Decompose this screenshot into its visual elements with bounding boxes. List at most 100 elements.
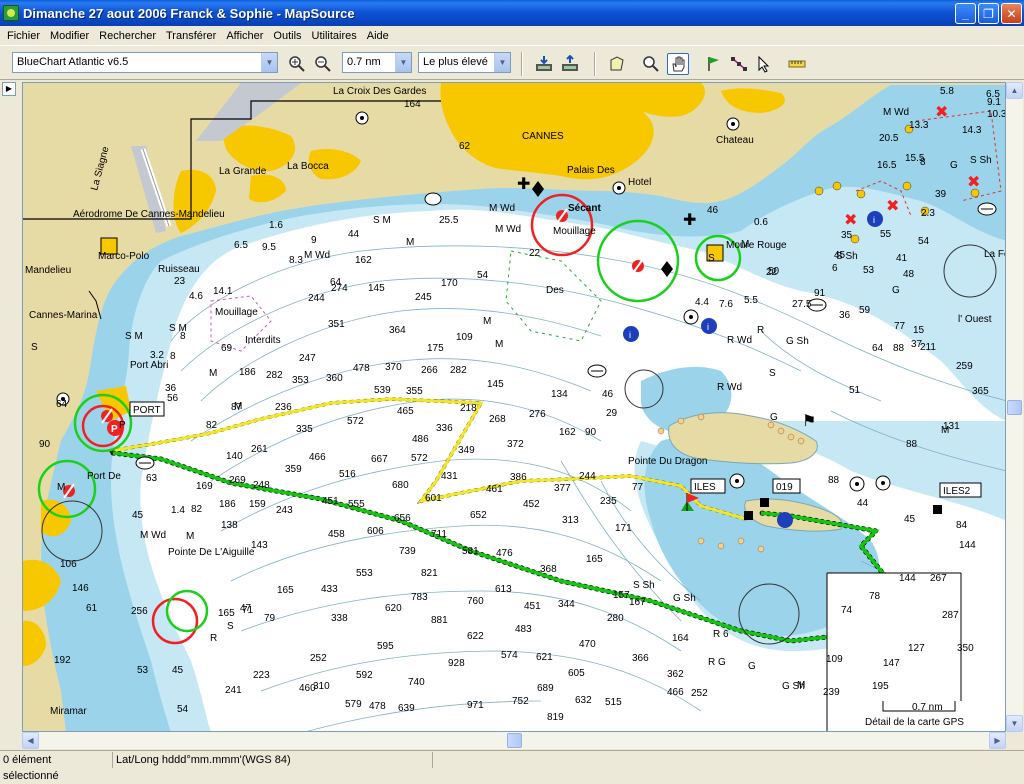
depth-sounding: 310 <box>313 681 330 692</box>
depth-sounding: 1.4 <box>171 505 185 516</box>
mapsource-app-icon[interactable] <box>3 5 19 21</box>
svg-text:✚: ✚ <box>517 174 530 193</box>
toolbar-separator <box>594 52 596 76</box>
menu-transferer[interactable]: Transférer <box>161 30 221 42</box>
depth-sounding: 433 <box>321 584 338 595</box>
depth-sounding: 366 <box>632 653 649 664</box>
route-tool-icon[interactable] <box>728 53 750 75</box>
menu-outils[interactable]: Outils <box>268 30 306 42</box>
depth-sounding: 192 <box>54 655 71 666</box>
depth-sounding: 157 <box>613 590 630 601</box>
depth-sounding: 144 <box>959 540 976 551</box>
depth-sounding: 248 <box>253 480 270 491</box>
depth-sounding: 74 <box>841 605 853 616</box>
depth-sounding: 622 <box>467 631 484 642</box>
depth-sounding: 13.3 <box>909 120 929 131</box>
depth-sounding: 553 <box>356 568 373 579</box>
depth-sounding: 372 <box>507 439 524 450</box>
scroll-down-arrow-icon[interactable]: ▼ <box>1006 715 1023 732</box>
depth-sounding: 239 <box>823 687 840 698</box>
depth-sounding: 53 <box>863 265 875 276</box>
horizontal-scrollbar[interactable]: ◀ ▶ <box>22 732 1006 749</box>
depth-sounding: 235 <box>600 496 617 507</box>
depth-sounding: 106 <box>60 559 77 570</box>
pan-hand-icon[interactable] <box>667 53 689 75</box>
depth-sounding: 4.4 <box>695 297 709 308</box>
svg-text:✚: ✚ <box>683 210 696 229</box>
chevron-down-icon[interactable]: ▼ <box>395 53 411 72</box>
depth-sounding: 22 <box>766 267 778 278</box>
select-arrow-icon[interactable] <box>753 53 775 75</box>
depth-sounding: 109 <box>826 654 843 665</box>
svg-text:✖: ✖ <box>935 102 948 121</box>
depth-sounding: 821 <box>421 568 438 579</box>
depth-sounding: 266 <box>421 365 438 376</box>
depth-sounding: 574 <box>501 650 518 661</box>
vertical-scrollbar[interactable]: ▲ ▼ <box>1006 82 1023 732</box>
horizontal-scroll-thumb[interactable] <box>507 733 522 748</box>
map-view[interactable]: P i i i ✚ ✚ ✖ ✖ ✖ ✖ ⚑ 0.7 nm Détail de l… <box>22 82 1006 732</box>
depth-sounding: 555 <box>348 499 365 510</box>
menu-afficher[interactable]: Afficher <box>221 30 268 42</box>
depth-sounding: M <box>495 339 503 350</box>
depth-sounding: 186 <box>219 499 236 510</box>
zoom-out-icon[interactable] <box>312 53 334 75</box>
nautical-chart[interactable]: P i i i ✚ ✚ ✖ ✖ ✖ ✖ ⚑ 0.7 nm Détail de l… <box>23 83 1006 732</box>
menu-fichier[interactable]: Fichier <box>2 30 45 42</box>
waypoint-flag-icon[interactable] <box>702 53 724 75</box>
detail-level-value: Le plus élevé <box>423 56 488 68</box>
zoom-scale-select[interactable]: 0.7 nm ▼ <box>342 52 412 73</box>
close-button[interactable]: ✕ <box>1001 3 1022 24</box>
scroll-up-arrow-icon[interactable]: ▲ <box>1006 82 1023 99</box>
depth-sounding: 620 <box>385 603 402 614</box>
menu-utilitaires[interactable]: Utilitaires <box>307 30 362 42</box>
receive-from-device-icon[interactable] <box>533 53 555 75</box>
depth-sounding: 186 <box>239 367 256 378</box>
svg-text:i: i <box>873 215 875 225</box>
svg-text:i: i <box>629 330 631 340</box>
detail-level-select[interactable]: Le plus élevé ▼ <box>418 52 511 73</box>
vertical-scroll-thumb[interactable] <box>1007 400 1022 415</box>
chevron-down-icon[interactable]: ▼ <box>261 53 277 72</box>
depth-sounding: 486 <box>412 434 429 445</box>
place-label-port-de: Port De <box>87 471 121 482</box>
depth-sounding: 276 <box>529 409 546 420</box>
depth-sounding: 377 <box>554 483 571 494</box>
depth-sounding: 470 <box>579 639 596 650</box>
depth-sounding: 223 <box>253 670 270 681</box>
chevron-down-icon[interactable]: ▼ <box>494 53 510 72</box>
svg-text:⚑: ⚑ <box>802 411 816 430</box>
depth-sounding: 752 <box>512 696 529 707</box>
restore-button[interactable]: ❐ <box>978 3 999 24</box>
depth-sounding: M <box>941 425 949 436</box>
svg-text:i: i <box>707 322 709 332</box>
expand-panel-arrow-icon[interactable]: ▶ <box>2 82 16 96</box>
depth-sounding: R 6 <box>713 629 729 640</box>
minimize-button[interactable]: _ <box>955 3 976 24</box>
menu-aide[interactable]: Aide <box>362 30 394 42</box>
depth-sounding: 56 <box>167 393 179 404</box>
depth-sounding: 353 <box>292 375 309 386</box>
zoom-tool-icon[interactable] <box>640 53 662 75</box>
depth-sounding: 359 <box>285 464 302 475</box>
menu-modifier[interactable]: Modifier <box>45 30 94 42</box>
depth-sounding: 22 <box>529 248 541 259</box>
depth-sounding: 35 <box>841 230 853 241</box>
measure-distance-icon[interactable] <box>786 53 808 75</box>
scroll-right-arrow-icon[interactable]: ▶ <box>989 732 1006 749</box>
menu-rechercher[interactable]: Rechercher <box>94 30 161 42</box>
map-tool-icon[interactable] <box>606 53 628 75</box>
depth-sounding: 164 <box>672 633 689 644</box>
send-to-device-icon[interactable] <box>559 53 581 75</box>
depth-sounding: 740 <box>408 677 425 688</box>
zoom-in-icon[interactable] <box>286 53 308 75</box>
depth-sounding: 639 <box>398 703 415 714</box>
depth-sounding: M Wd <box>140 530 166 541</box>
map-product-select[interactable]: BlueChart Atlantic v6.5 ▼ <box>12 52 278 73</box>
depth-sounding: 656 <box>394 513 411 524</box>
depth-sounding: 3.2 <box>150 350 164 361</box>
scroll-left-arrow-icon[interactable]: ◀ <box>22 732 39 749</box>
depth-sounding: 20.5 <box>879 133 899 144</box>
depth-sounding: 370 <box>385 362 402 373</box>
depth-sounding: 349 <box>458 445 475 456</box>
